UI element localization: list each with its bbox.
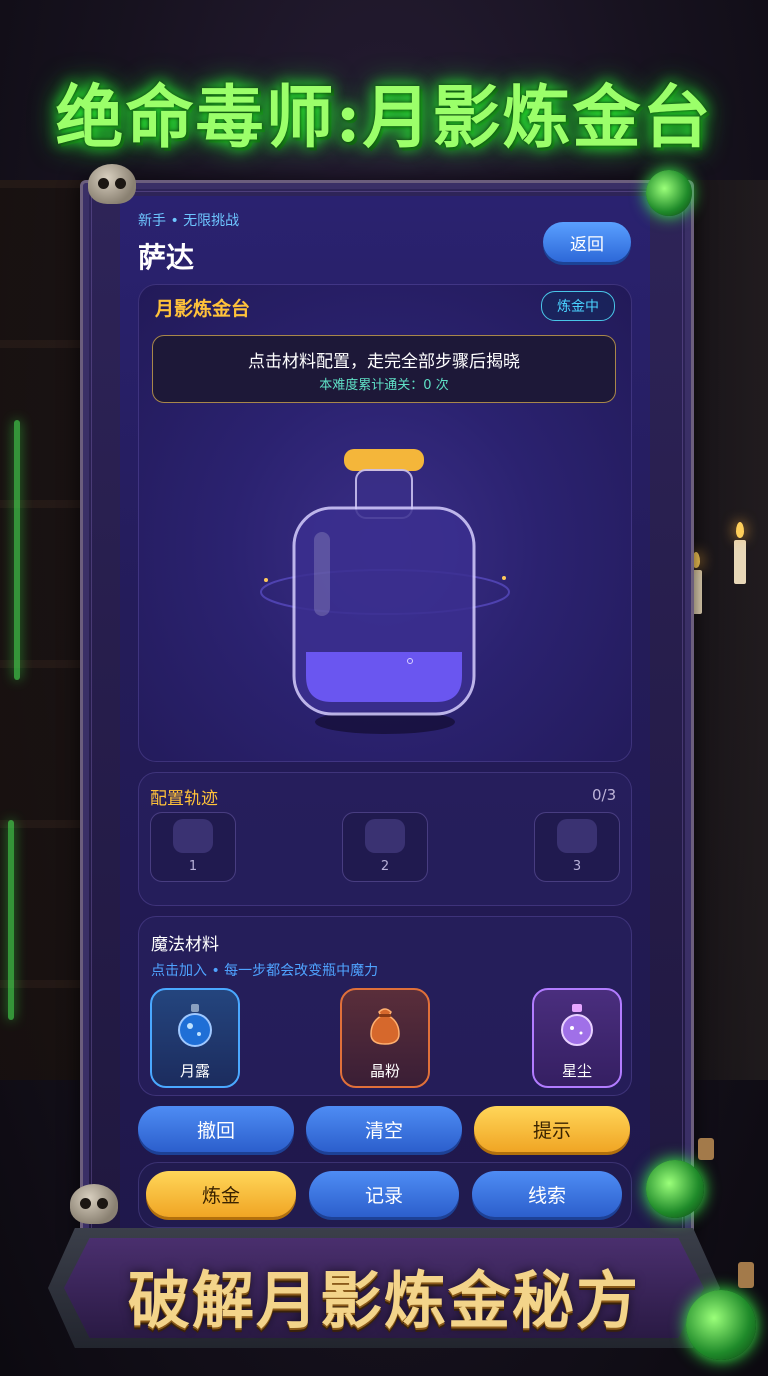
moon-dew-flask-icon — [178, 1004, 212, 1047]
sparkle-icon — [502, 576, 506, 580]
track-slot-2[interactable]: 2 — [342, 812, 428, 882]
sparkle-icon — [264, 578, 268, 582]
background-wall-right — [688, 180, 768, 1080]
nav-clues-button[interactable]: 线索 — [472, 1171, 622, 1217]
materials-title: 魔法材料 — [151, 935, 219, 955]
nav-alchemy-button[interactable]: 炼金 — [146, 1171, 296, 1217]
promo-banner-text: 破解月影炼金秘方 — [127, 1264, 640, 1337]
status-badge: 炼金中 — [541, 291, 615, 321]
stardust-bottle-icon — [561, 1004, 593, 1046]
track-step-count: 0/3 — [592, 786, 617, 804]
alchemy-bottle — [260, 449, 510, 734]
potion-cork-icon — [698, 1138, 714, 1160]
game-title: 绝命毒师:月影炼金台 — [55, 78, 713, 158]
empty-slot-icon — [365, 819, 405, 853]
slot-number: 1 — [188, 859, 198, 874]
slot-number: 2 — [380, 859, 390, 874]
candle-decoration — [734, 522, 746, 584]
material-label: 晶粉 — [369, 1062, 400, 1080]
green-potion-icon — [686, 1290, 756, 1360]
hint-button[interactable]: 提示 — [474, 1106, 630, 1152]
track-slot-1[interactable]: 1 — [150, 812, 236, 882]
green-potion-icon — [646, 170, 692, 216]
glowing-vine-decoration — [8, 820, 14, 1020]
bottle-liquid — [306, 652, 462, 702]
skull-icon — [88, 164, 136, 204]
empty-slot-icon — [173, 819, 213, 853]
track-title: 配置轨迹 — [150, 789, 218, 809]
material-stardust[interactable]: 星尘 — [532, 988, 622, 1088]
material-label: 星尘 — [561, 1062, 592, 1080]
nav-records-button[interactable]: 记录 — [309, 1171, 459, 1217]
clear-button[interactable]: 清空 — [306, 1106, 462, 1152]
crystal-powder-pouch-icon — [370, 1008, 400, 1045]
bottle-cap — [344, 449, 424, 471]
bottle-highlight — [314, 532, 330, 616]
back-button[interactable]: 返回 — [543, 222, 631, 262]
empty-slot-icon — [557, 819, 597, 853]
track-slot-3[interactable]: 3 — [534, 812, 620, 882]
skull-icon — [70, 1184, 118, 1224]
undo-button[interactable]: 撤回 — [138, 1106, 294, 1152]
green-potion-icon — [646, 1160, 704, 1218]
difficulty-mode-label: 新手 • 无限挑战 — [138, 213, 240, 229]
slot-number: 3 — [572, 859, 582, 874]
glowing-vine-decoration — [14, 420, 20, 680]
player-name: 萨达 — [138, 241, 195, 274]
material-crystal-powder[interactable]: 晶粉 — [340, 988, 430, 1088]
potion-cork-icon — [738, 1262, 754, 1288]
stage-title: 月影炼金台 — [155, 298, 251, 320]
hint-main-text: 点击材料配置，走完全部步骤后揭晓 — [248, 352, 520, 372]
material-label: 月露 — [179, 1062, 210, 1080]
clear-count-text: 本难度累计通关：0 次 — [319, 378, 449, 393]
materials-subtitle: 点击加入 • 每一步都会改变瓶中魔力 — [151, 963, 379, 979]
material-moon-dew[interactable]: 月露 — [150, 988, 240, 1088]
